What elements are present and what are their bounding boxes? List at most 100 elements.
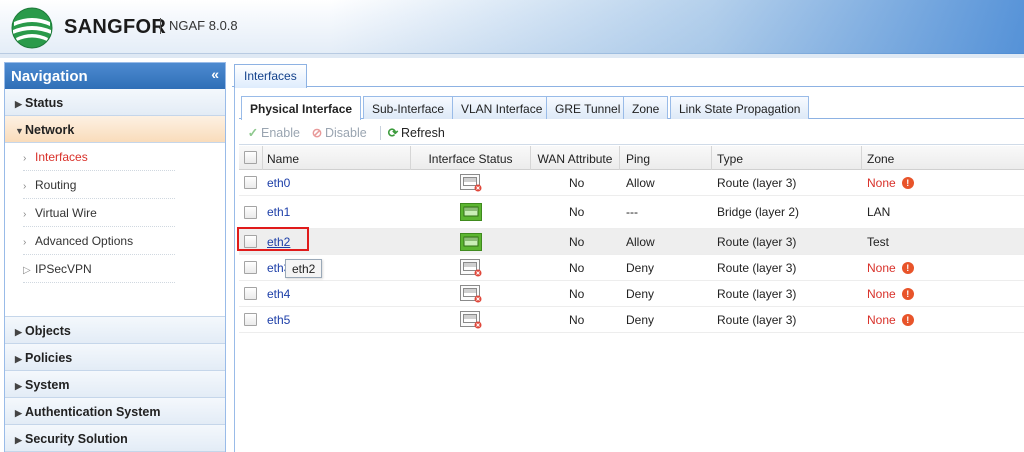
zone-value: None [867, 260, 896, 275]
row-checkbox[interactable] [244, 287, 257, 300]
interface-name-cell: eth0 [267, 170, 290, 195]
nav-section-label: Security Solution [25, 432, 128, 446]
product-version: NGAF 8.0.8 [169, 18, 238, 33]
tab-link-state-propagation[interactable]: Link State Propagation [670, 96, 810, 119]
header-divider [0, 54, 1024, 58]
zone-cell: LAN [867, 196, 890, 228]
refresh-button[interactable]: ⟳ Refresh [385, 125, 445, 140]
select-all-cell [239, 146, 263, 170]
nav-section-label: Objects [25, 324, 71, 338]
nav-section-status[interactable]: ▶ Status [5, 89, 225, 116]
ping-cell: --- [626, 205, 638, 219]
interface-name-link[interactable]: eth5 [267, 313, 290, 327]
table-row[interactable]: eth4 No Deny Route (layer 3) None! [239, 281, 1024, 307]
app-header: SANGFOR NGAF 8.0.8 [0, 0, 1024, 54]
wan-attribute-cell: No [569, 175, 585, 190]
prohibit-icon: ⊘ [311, 126, 323, 140]
ping-cell: Allow [626, 234, 655, 249]
expand-arrow-icon[interactable]: ▷ [23, 265, 35, 276]
tab-sub-interface[interactable]: Sub-Interface [363, 96, 454, 119]
chevron-down-icon: ▼ [15, 126, 24, 136]
nav-item-virtual-wire[interactable]: › Virtual Wire [5, 199, 225, 227]
row-checkbox-cell [244, 196, 257, 228]
table-row[interactable]: eth5 No Deny Route (layer 3) None! [239, 307, 1024, 333]
grid-toolbar: ✓ Enable ⊘ Disable ⟳ Refresh [239, 120, 1024, 145]
table-row[interactable]: eth3 No Deny Route (layer 3) None! [239, 255, 1024, 281]
warning-icon: ! [901, 313, 914, 326]
row-checkbox-cell [244, 281, 257, 306]
row-checkbox[interactable] [244, 313, 257, 326]
column-header-ping[interactable]: Ping [620, 146, 712, 170]
main-tab-strip: Interfaces [232, 62, 1024, 88]
chevron-right-icon: ▶ [15, 408, 22, 418]
submenu-spacer [5, 283, 225, 317]
network-submenu: › Interfaces › Routing › Virtual Wire › Adva… [5, 143, 225, 317]
nav-item-label: Interfaces [35, 150, 88, 164]
table-row[interactable]: eth2 No Allow Route (layer 3) Test [239, 229, 1024, 255]
nav-section-label: System [25, 378, 70, 392]
port-disconnected-icon [460, 310, 482, 329]
type-cell: Bridge (layer 2) [717, 205, 800, 219]
row-checkbox-cell [244, 307, 257, 332]
column-header-zone[interactable]: Zone [862, 146, 1024, 170]
disable-button[interactable]: ⊘ Disable [309, 125, 367, 140]
enable-label: Enable [261, 126, 300, 140]
nav-item-routing[interactable]: › Routing [5, 171, 225, 199]
tab-zone[interactable]: Zone [623, 96, 669, 119]
disable-label: Disable [325, 126, 367, 140]
type-cell: Route (layer 3) [717, 260, 797, 275]
column-header-name[interactable]: Name [263, 146, 411, 170]
column-header-wan-attribute[interactable]: WAN Attribute [531, 146, 620, 170]
interface-status-cell [460, 281, 482, 306]
main-content: Interfaces Physical Interface Sub-Interf… [232, 62, 1024, 452]
row-checkbox[interactable] [244, 176, 257, 189]
nav-section-security-solution[interactable]: ▶ Security Solution [5, 425, 225, 452]
zone-value: None [867, 286, 896, 301]
nav-item-advanced-options[interactable]: › Advanced Options [5, 227, 225, 255]
table-row[interactable]: eth0 No Allow Route (layer 3) None! [239, 170, 1024, 196]
interface-status-cell [460, 229, 482, 254]
nav-item-label: Advanced Options [35, 234, 134, 248]
brand-separator [160, 18, 161, 34]
interface-name-cell: eth5 [267, 307, 290, 332]
table-row[interactable]: eth1 No --- Bridge (layer 2) LAN [239, 196, 1024, 229]
toolbar-separator [380, 126, 381, 140]
zone-value: Test [867, 234, 890, 249]
interface-name-link[interactable]: eth0 [267, 176, 290, 190]
type-cell: Route (layer 3) [717, 286, 797, 301]
zone-value: None [867, 175, 896, 190]
nav-section-network[interactable]: ▼Network [5, 116, 225, 143]
type-cell: Route (layer 3) [717, 175, 797, 190]
tab-gre-tunnel[interactable]: GRE Tunnel [546, 96, 630, 119]
select-all-checkbox[interactable] [244, 151, 257, 164]
column-header-type[interactable]: Type [712, 146, 862, 170]
enable-button[interactable]: ✓ Enable [245, 125, 300, 140]
warning-icon: ! [901, 261, 914, 274]
nav-section-system[interactable]: ▶ System [5, 371, 225, 398]
nav-section-policies[interactable]: ▶ Policies [5, 344, 225, 371]
row-checkbox[interactable] [244, 205, 257, 219]
port-connected-icon [460, 203, 482, 221]
interface-name-link[interactable]: eth4 [267, 287, 290, 301]
port-disconnected-icon [460, 258, 482, 277]
warning-icon: ! [901, 176, 914, 189]
nav-section-objects[interactable]: ▶ Objects [5, 317, 225, 344]
row-checkbox[interactable] [244, 261, 257, 274]
column-header-interface-status[interactable]: Interface Status [411, 146, 531, 170]
zone-cell: None! [867, 281, 914, 306]
wan-attribute-cell: No [569, 234, 585, 249]
nav-item-interfaces[interactable]: › Interfaces [5, 143, 225, 171]
interface-status-cell [460, 196, 482, 228]
wan-attribute-cell: No [569, 286, 585, 301]
interface-name-link[interactable]: eth1 [267, 205, 290, 219]
zone-cell: None! [867, 307, 914, 332]
chevron-right-icon: ▶ [15, 381, 22, 391]
tab-vlan-interface[interactable]: VLAN Interface [452, 96, 552, 119]
tab-interfaces[interactable]: Interfaces [234, 64, 307, 88]
tab-physical-interface[interactable]: Physical Interface [241, 96, 362, 120]
nav-item-ipsecvpn[interactable]: ▷ IPSecVPN [5, 255, 225, 283]
collapse-icon[interactable]: « [211, 66, 219, 82]
nav-section-authentication-system[interactable]: ▶ Authentication System [5, 398, 225, 425]
nav-item-label: Virtual Wire [35, 206, 97, 220]
eth2-highlight-box [237, 227, 309, 251]
